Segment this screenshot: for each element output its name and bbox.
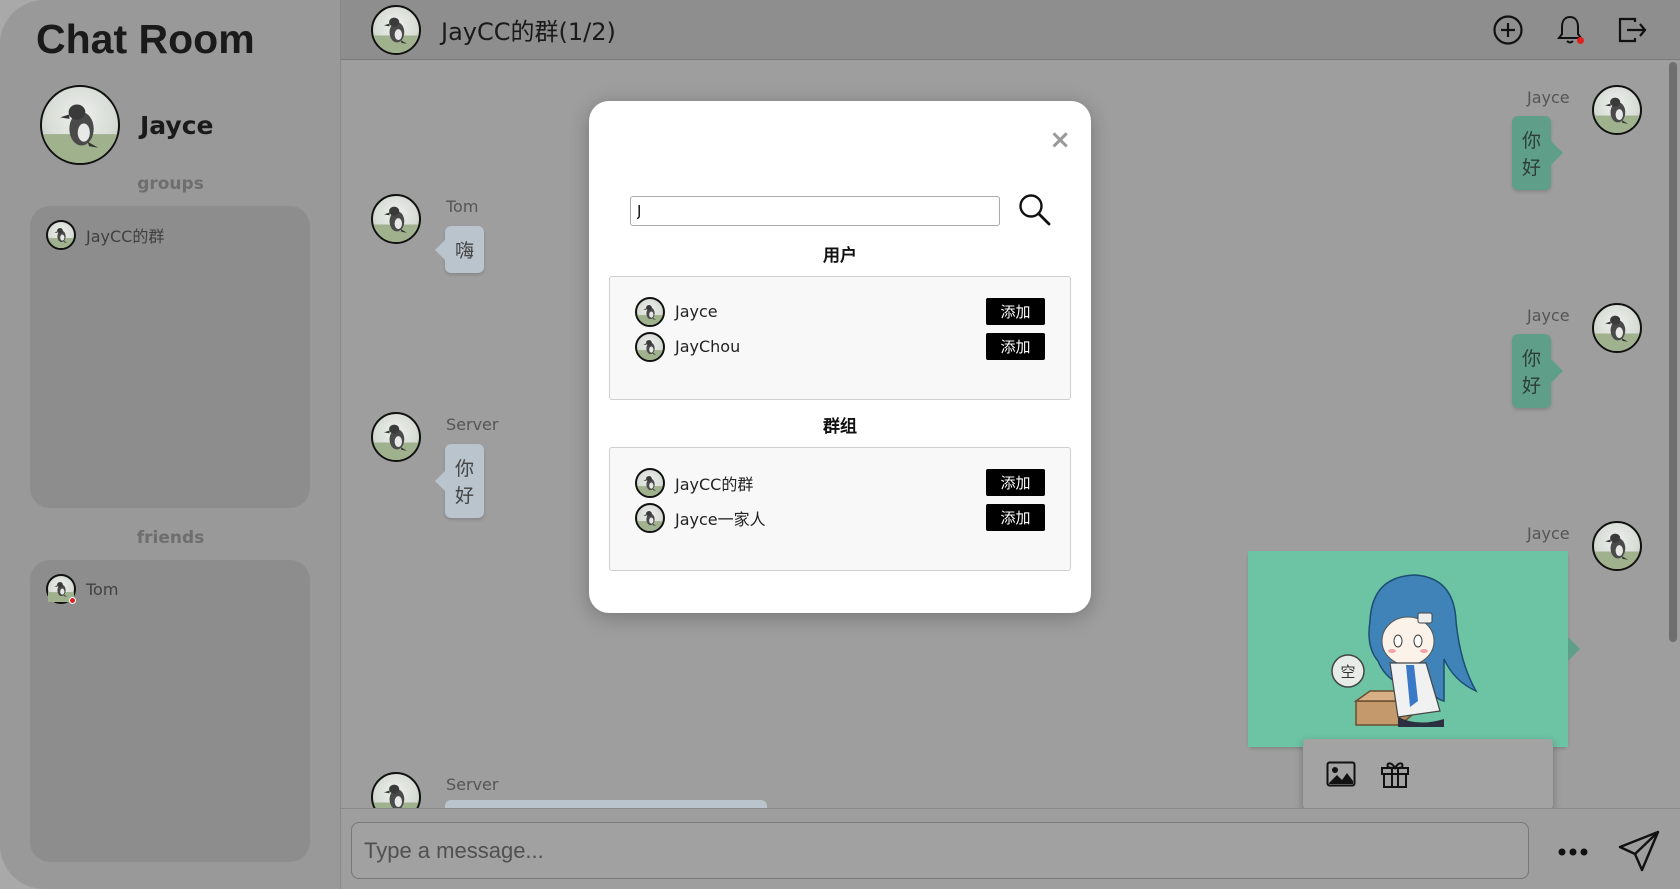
add-group-button[interactable]: 添加 <box>986 504 1045 531</box>
message-avatar <box>371 194 421 244</box>
message-bubble: 你好 <box>1512 334 1564 408</box>
online-status-icon <box>69 597 76 604</box>
group-item-label: JayCC的群 <box>86 227 165 246</box>
groups-results: JayCC的群 添加 Jayce一家人 添加 <box>609 447 1071 571</box>
user-result-name: Jayce <box>675 302 718 321</box>
group-result-name: Jayce一家人 <box>675 509 766 529</box>
logout-icon <box>1618 17 1647 43</box>
message-avatar <box>1592 85 1642 135</box>
image-icon <box>1326 761 1356 787</box>
notifications-button[interactable] <box>1552 12 1588 48</box>
gift-icon <box>1381 762 1409 788</box>
group-result-name: JayCC的群 <box>675 474 754 494</box>
user-result-avatar <box>635 331 665 362</box>
add-user-button[interactable]: 添加 <box>986 333 1045 360</box>
groups-label: groups <box>137 174 204 194</box>
avatar-image <box>373 414 419 460</box>
message-avatar <box>1592 303 1642 353</box>
chat-header: JayCC的群(1/2) <box>341 0 1680 60</box>
avatar-image <box>637 470 663 496</box>
close-icon[interactable]: × <box>1049 127 1071 153</box>
send-button[interactable] <box>1617 829 1661 873</box>
group-result-avatar <box>635 467 665 498</box>
sticker-bubble: 空 <box>1248 551 1580 747</box>
sticker-speech-text: 空 <box>1340 663 1355 681</box>
groups-panel: JayCC的群 <box>30 206 310 508</box>
chat-title: JayCC的群(1/2) <box>441 18 616 46</box>
message-bubble: 你好 <box>1512 116 1564 190</box>
search-icon <box>1019 194 1051 226</box>
plus-circle-icon <box>1493 15 1523 45</box>
avatar-image <box>373 7 419 53</box>
avatar-image <box>1594 305 1640 351</box>
chat-scrollbar[interactable] <box>1669 62 1677 642</box>
message-sender: Jayce <box>1527 524 1570 543</box>
friend-avatar <box>46 574 76 604</box>
header-actions <box>1490 12 1650 48</box>
current-user-avatar[interactable] <box>40 85 120 165</box>
avatar-image <box>48 222 74 248</box>
add-group-button[interactable]: 添加 <box>986 469 1045 496</box>
message-input[interactable] <box>351 822 1529 879</box>
avatar-image <box>637 505 663 531</box>
group-item[interactable]: JayCC的群 <box>46 220 294 250</box>
search-button[interactable] <box>1017 192 1053 228</box>
user-result-row: Jayce 添加 <box>635 294 1045 329</box>
more-options-button[interactable] <box>1551 837 1601 867</box>
avatar-image <box>373 196 419 242</box>
group-result-row: JayCC的群 添加 <box>635 465 1045 500</box>
message-avatar <box>371 412 421 462</box>
users-results: Jayce 添加 JayChou 添加 <box>609 276 1071 400</box>
notification-dot-icon <box>1577 37 1584 44</box>
message-bubble: 你好 <box>434 444 485 518</box>
avatar-image <box>637 299 663 325</box>
message-composer <box>341 808 1680 889</box>
user-result-row: JayChou 添加 <box>635 329 1045 364</box>
avatar-image <box>42 87 118 163</box>
current-user-name: Jayce <box>140 110 214 140</box>
friend-item-label: Tom <box>86 579 119 599</box>
avatar-image <box>637 334 663 360</box>
more-dots-icon <box>1558 848 1588 856</box>
groups-heading: 群组 <box>823 417 857 437</box>
user-result-name: JayChou <box>675 337 741 356</box>
message-bubble: 嗨 <box>434 226 485 273</box>
avatar-image <box>1594 523 1640 569</box>
logout-button[interactable] <box>1614 12 1650 48</box>
send-icon <box>1618 830 1660 872</box>
user-result-avatar <box>635 296 665 327</box>
message-bubble <box>445 800 767 808</box>
image-upload-button[interactable] <box>1325 758 1357 790</box>
group-result-row: Jayce一家人 添加 <box>635 500 1045 535</box>
chat-avatar[interactable] <box>371 4 421 55</box>
message-sender: Tom <box>446 197 479 216</box>
group-result-avatar <box>635 502 665 533</box>
gift-button[interactable] <box>1379 758 1411 790</box>
friend-item[interactable]: Tom <box>46 574 294 604</box>
group-avatar <box>46 220 76 250</box>
message-sender: Server <box>446 775 499 794</box>
avatar-image <box>1594 87 1640 133</box>
message-sender: Jayce <box>1527 88 1570 107</box>
add-button[interactable] <box>1490 12 1526 48</box>
users-heading: 用户 <box>823 246 857 266</box>
sidebar: Chat Room Jayce groups JayCC的群 friends T… <box>0 0 341 889</box>
attachment-menu <box>1303 739 1553 809</box>
search-modal: × 用户 Jayce 添加 JayChou 添加 群组 <box>589 101 1091 613</box>
sticker-image: 空 <box>1248 551 1568 747</box>
add-user-button[interactable]: 添加 <box>986 298 1045 325</box>
search-input[interactable] <box>630 196 1000 226</box>
friends-label: friends <box>136 528 205 548</box>
friends-panel: Tom <box>30 560 310 862</box>
app-title: Chat Room <box>36 16 255 62</box>
message-sender: Jayce <box>1527 306 1570 325</box>
message-sender: Server <box>446 415 499 434</box>
message-avatar <box>1592 521 1642 571</box>
current-user: Jayce <box>40 85 213 165</box>
